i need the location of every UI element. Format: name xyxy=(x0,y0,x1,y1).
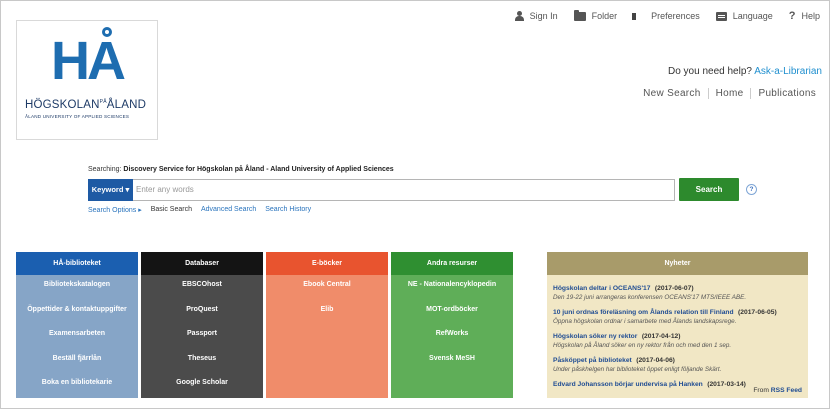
search-history-link[interactable]: Search History xyxy=(265,206,311,214)
panel-link[interactable]: Theseus xyxy=(188,355,216,380)
user-icon xyxy=(514,11,524,21)
searching-label: Searching: xyxy=(88,166,122,173)
search-bar: Keyword ▾ Enter any words Search ? xyxy=(88,178,757,201)
preferences-link[interactable]: Preferences xyxy=(633,11,700,22)
panel-e-bocker: E-böcker Ebook Central Elib xyxy=(266,252,388,398)
sign-in-label: Sign In xyxy=(529,11,558,21)
news-date: (2017-04-12) xyxy=(641,333,681,340)
language-icon xyxy=(715,11,727,21)
nav-home[interactable]: Home xyxy=(707,88,751,99)
rss-line: From RSS Feed xyxy=(753,387,802,394)
question-icon: ? xyxy=(788,10,796,22)
panel-ha-biblioteket: HÅ-biblioteket Bibliotekskatalogen Öppet… xyxy=(16,252,138,398)
rss-from-label: From xyxy=(753,387,769,394)
panel-link[interactable]: Examensarbeten xyxy=(49,330,105,355)
panel-link[interactable]: Passport xyxy=(187,330,217,355)
panel-link[interactable]: Öppettider & kontaktuppgifter xyxy=(27,306,127,331)
panel-link[interactable]: Boka en bibliotekarie xyxy=(42,379,112,404)
nav-new-search[interactable]: New Search xyxy=(636,88,707,99)
news-date: (2017-03-14) xyxy=(707,381,746,388)
rss-feed-link[interactable]: RSS Feed xyxy=(771,387,802,394)
news-snippet: Under påskhelgen har biblioteket öppet e… xyxy=(553,366,722,373)
news-date: (2017-06-05) xyxy=(738,309,777,316)
panel-title: HÅ-biblioteket xyxy=(16,252,138,275)
panel-link[interactable]: Ebook Central xyxy=(303,281,350,306)
basic-search-link[interactable]: Basic Search xyxy=(151,206,192,214)
folder-icon xyxy=(573,9,586,21)
searching-caption: Searching: Discovery Service for Högskol… xyxy=(88,166,394,173)
panel-databaser: Databaser EBSCOhost ProQuest Passport Th… xyxy=(141,252,263,398)
search-help-icon[interactable]: ? xyxy=(746,184,757,195)
help-prompt: Do you need help? Ask-a-Librarian xyxy=(668,66,822,77)
news-title: Nyheter xyxy=(547,252,808,275)
search-input[interactable]: Enter any words xyxy=(133,178,675,201)
panel-link[interactable]: EBSCOhost xyxy=(182,281,222,306)
logo-name: HÖGSKOLANPÅÅLAND xyxy=(25,99,147,111)
panel-link[interactable]: Bibliotekskatalogen xyxy=(44,281,110,306)
help-link[interactable]: ? Help xyxy=(789,10,820,22)
news-snippet: Den 19-22 juni arrangeras konferensen OC… xyxy=(553,294,747,301)
news-item: Högskolan deltar i OCEANS'17 (2017-06-07… xyxy=(553,281,802,302)
language-label: Language xyxy=(732,11,773,21)
news-snippet: Öppna högskolan ordnar i samarbete med Å… xyxy=(553,318,737,325)
panel-title: Databaser xyxy=(141,252,263,275)
panel-link[interactable]: MOT-ordböcker xyxy=(426,306,478,331)
logo-subtitle: ÅLAND UNIVERSITY OF APPLIED SCIENCES xyxy=(25,114,130,119)
news-item: 10 juni ordnas föreläsning om Ålands rel… xyxy=(553,305,802,326)
panel-link[interactable]: RefWorks xyxy=(436,330,469,355)
panel-link[interactable]: Elib xyxy=(321,306,334,331)
preferences-label: Preferences xyxy=(651,11,700,21)
search-button[interactable]: Search xyxy=(679,178,739,201)
sliders-icon xyxy=(633,11,645,22)
panel-link[interactable]: NE - Nationalencyklopedin xyxy=(408,281,496,306)
news-link[interactable]: 10 juni ordnas föreläsning om Ålands rel… xyxy=(553,309,734,316)
folder-link[interactable]: Folder xyxy=(573,9,618,21)
language-link[interactable]: Language xyxy=(715,11,773,21)
panel-link[interactable]: Google Scholar xyxy=(176,379,228,404)
panel-andra-resurser: Andra resurser NE - Nationalencyklopedin… xyxy=(391,252,513,398)
panel-nyheter: Nyheter Högskolan deltar i OCEANS'17 (20… xyxy=(547,252,808,398)
searching-source: Discovery Service for Högskolan på Åland… xyxy=(123,166,394,173)
panel-title: Andra resurser xyxy=(391,252,513,275)
panel-link[interactable]: Svensk MeSH xyxy=(429,355,475,380)
help-prompt-text: Do you need help? xyxy=(667,66,752,77)
search-mode-dropdown[interactable]: Keyword ▾ xyxy=(88,178,133,201)
search-options-bar: Search Options ▸ Basic Search Advanced S… xyxy=(88,206,320,214)
nav-publications[interactable]: Publications xyxy=(750,88,823,99)
news-link[interactable]: Högskolan söker ny rektor xyxy=(553,333,637,340)
ask-librarian-link[interactable]: Ask-a-Librarian xyxy=(754,66,822,77)
news-date: (2017-06-07) xyxy=(654,285,694,292)
help-label: Help xyxy=(801,11,820,21)
search-options-link[interactable]: Search Options ▸ xyxy=(88,206,142,214)
sign-in-link[interactable]: Sign In xyxy=(514,11,558,21)
news-snippet: Högskolan på Åland söker en ny rektor fr… xyxy=(553,342,732,349)
logo-mark: HA xyxy=(51,31,126,91)
news-link[interactable]: Edvard Johansson börjar undervisa på Han… xyxy=(553,381,703,388)
news-date: (2017-04-06) xyxy=(636,357,675,364)
news-item: Högskolan söker ny rektor (2017-04-12) H… xyxy=(553,329,802,350)
panel-title: E-böcker xyxy=(266,252,388,275)
news-link[interactable]: Påsköppet på biblioteket xyxy=(553,357,632,364)
institution-logo[interactable]: HA HÖGSKOLANPÅÅLAND ÅLAND UNIVERSITY OF … xyxy=(16,20,158,140)
panel-link[interactable]: ProQuest xyxy=(186,306,218,331)
top-toolbar: Sign In Folder Preferences Language ? He… xyxy=(499,9,820,22)
panel-link[interactable]: Beställ fjärrlån xyxy=(53,355,102,380)
header-nav: New Search Home Publications xyxy=(636,88,823,99)
advanced-search-link[interactable]: Advanced Search xyxy=(201,206,256,214)
news-link[interactable]: Högskolan deltar i OCEANS'17 xyxy=(553,285,650,292)
folder-label: Folder xyxy=(591,11,618,21)
news-item: Påsköppet på biblioteket (2017-04-06) Un… xyxy=(553,353,802,374)
